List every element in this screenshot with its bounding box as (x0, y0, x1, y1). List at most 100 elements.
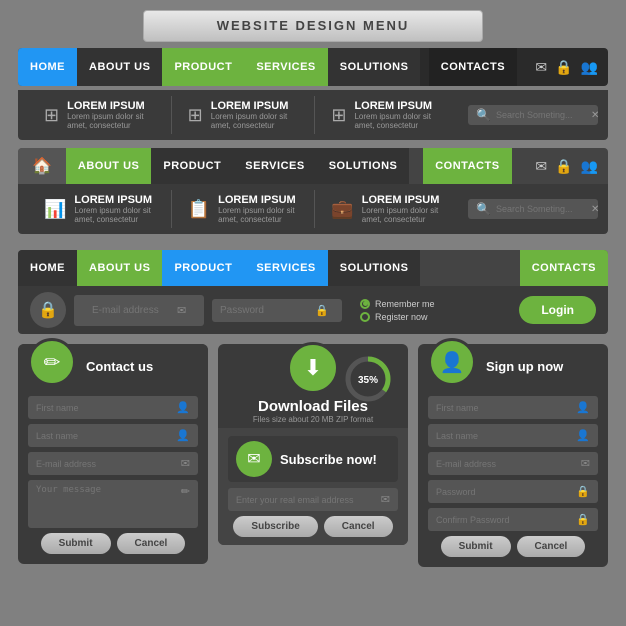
su-firstname-input[interactable] (436, 403, 571, 413)
download-header: ⬇ 35% Download Files Files size about 20… (218, 344, 408, 428)
firstname-field[interactable]: 👤 (28, 396, 198, 419)
page-title-bar: WEBSITE DESIGN MENU (143, 10, 483, 42)
nav1-solutions[interactable]: SOLUTIONS (328, 48, 421, 86)
su-firstname-field[interactable]: 👤 (428, 396, 598, 419)
subscribe-mail-icon: ✉ (247, 449, 260, 469)
password-input-wrapper[interactable]: 🔒 (212, 299, 342, 322)
message-field[interactable]: ✏ (28, 480, 198, 528)
su-user-icon-1: 👤 (576, 401, 590, 414)
login-button[interactable]: Login (519, 296, 596, 324)
sub1-title-2: LOREM IPSUM (211, 100, 299, 112)
nav2-services[interactable]: SERVICES (233, 148, 316, 184)
progress-ring: 35% (343, 354, 393, 409)
sub1-title-3: LOREM IPSUM (354, 100, 442, 112)
lock-input-icon: 🔒 (315, 304, 329, 317)
subscribe-email-row[interactable]: ✉ (228, 488, 398, 511)
users-icon-2[interactable]: 👥 (581, 158, 598, 175)
nav1-product[interactable]: PRODUCT (162, 48, 244, 86)
subscribe-email-icon: ✉ (381, 493, 390, 506)
page-title: WEBSITE DESIGN MENU (217, 18, 410, 33)
mail-icon-2[interactable]: ✉ (535, 158, 547, 175)
nav3-product[interactable]: PRODUCT (162, 250, 244, 286)
lock-icon-2[interactable]: 🔒 (555, 158, 572, 175)
firstname-input[interactable] (36, 403, 171, 413)
su-confirm-field[interactable]: 🔒 (428, 508, 598, 531)
subscribe-section: ✉ Subscribe now! ✉ Subscribe Cancel (218, 428, 408, 545)
sub1-desc-3: Lorem ipsum dolor sit amet, consectetur (354, 112, 442, 130)
su-mail-icon: ✉ (581, 457, 590, 470)
nav1-icons: ✉ 🔒 👥 (525, 48, 608, 86)
nav3-solutions[interactable]: SOLUTIONS (328, 250, 421, 286)
nav2-home[interactable]: 🏠 (18, 148, 66, 184)
su-email-input[interactable] (436, 459, 576, 469)
su-lastname-input[interactable] (436, 431, 571, 441)
signup-cancel-btn[interactable]: Cancel (517, 536, 586, 557)
subscribe-mail-circle: ✉ (236, 441, 272, 477)
search-input-1[interactable] (496, 110, 586, 120)
contact-btn-row: Submit Cancel (28, 533, 198, 554)
nav2-about[interactable]: ABOUT US (66, 148, 151, 184)
search-input-2[interactable] (496, 204, 586, 214)
nav3-contacts[interactable]: CONTACTS (520, 250, 608, 286)
email-input[interactable] (82, 300, 172, 321)
remember-me-row[interactable]: Remember me (360, 299, 501, 309)
pencil-icon: ✏ (44, 350, 61, 375)
email-input-wrapper[interactable]: ✉ (74, 295, 204, 326)
mail-icon[interactable]: ✉ (535, 59, 547, 76)
lastname-input[interactable] (36, 431, 171, 441)
remember-label: Remember me (375, 299, 435, 309)
nav2-contacts[interactable]: CONTACTS (423, 148, 511, 184)
su-password-input[interactable] (436, 487, 571, 497)
nav1-contacts[interactable]: CONTACTS (429, 48, 517, 86)
search-box-2[interactable]: 🔍 ✕ (468, 199, 598, 219)
nav2-product[interactable]: PRODUCT (151, 148, 233, 184)
nav3-services[interactable]: SERVICES (244, 250, 327, 286)
nav3-about[interactable]: ABOUT US (77, 250, 162, 286)
nav1-about[interactable]: ABOUT US (77, 48, 162, 86)
register-row[interactable]: Register now (360, 312, 501, 322)
search-close-icon[interactable]: ✕ (591, 110, 599, 121)
contact-panel: ✏ Contact us 👤 👤 ✉ ✏ Submit (18, 344, 208, 564)
subscribe-cancel-btn[interactable]: Cancel (324, 516, 393, 537)
signup-submit-btn[interactable]: Submit (441, 536, 511, 557)
su-email-field[interactable]: ✉ (428, 452, 598, 475)
contact-cancel-btn[interactable]: Cancel (117, 533, 186, 554)
subscribe-title: Subscribe now! (280, 452, 377, 467)
subscribe-email-input[interactable] (236, 495, 376, 505)
register-radio[interactable] (360, 312, 370, 322)
contact-submit-btn[interactable]: Submit (41, 533, 111, 554)
message-textarea[interactable] (36, 485, 176, 523)
users-icon[interactable]: 👥 (581, 59, 598, 76)
svg-text:35%: 35% (358, 375, 378, 386)
sub1-item-3: ⊞ LOREM IPSUM Lorem ipsum dolor sit amet… (315, 96, 458, 134)
search-close-icon-2[interactable]: ✕ (591, 204, 599, 215)
password-input[interactable] (220, 305, 310, 316)
signup-panel: 👤 Sign up now 👤 👤 ✉ 🔒 🔒 (418, 344, 608, 567)
signup-body: 👤 👤 ✉ 🔒 🔒 Submit Cancel (418, 388, 608, 567)
nav1-services[interactable]: SERVICES (244, 48, 327, 86)
login-bar: 🔒 ✉ 🔒 Remember me Register now Login (18, 286, 608, 334)
navbar-3: HOME ABOUT US PRODUCT SERVICES SOLUTIONS… (18, 250, 608, 286)
nav3-home[interactable]: HOME (18, 250, 77, 286)
lock-icon[interactable]: 🔒 (555, 59, 572, 76)
search-icon-2: 🔍 (476, 202, 491, 216)
lock-circle: 🔒 (30, 292, 66, 328)
search-icon-1: 🔍 (476, 108, 491, 122)
lastname-field[interactable]: 👤 (28, 424, 198, 447)
remember-radio[interactable] (360, 299, 370, 309)
navbar-2: 🏠 ABOUT US PRODUCT SERVICES SOLUTIONS CO… (18, 148, 608, 184)
su-password-field[interactable]: 🔒 (428, 480, 598, 503)
sub2-desc-2: Lorem ipsum dolor sit amet, consectetur (218, 206, 298, 224)
subscribe-btn[interactable]: Subscribe (233, 516, 317, 537)
su-lastname-field[interactable]: 👤 (428, 424, 598, 447)
email-input-contact[interactable] (36, 459, 176, 469)
nav2-solutions[interactable]: SOLUTIONS (317, 148, 410, 184)
chart-icon: 📊 (44, 199, 66, 220)
search-box-1[interactable]: 🔍 ✕ (468, 105, 598, 125)
contact-title: Contact us (86, 359, 153, 374)
nav1-home[interactable]: HOME (18, 48, 77, 86)
su-confirm-input[interactable] (436, 515, 571, 525)
user-icon-signup: 👤 (440, 350, 465, 375)
sub2-item-2: 📋 LOREM IPSUM Lorem ipsum dolor sit amet… (172, 190, 316, 228)
email-field-contact[interactable]: ✉ (28, 452, 198, 475)
